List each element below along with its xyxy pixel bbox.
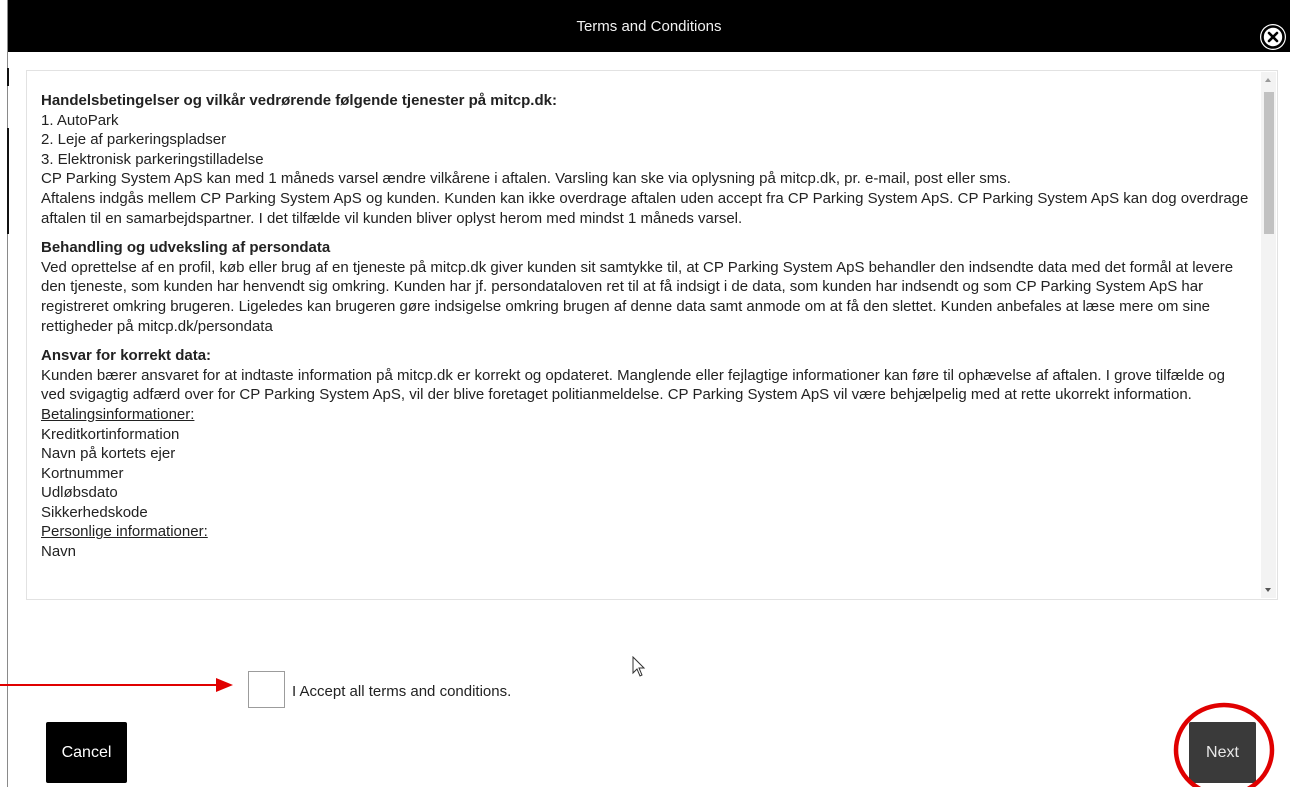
close-button[interactable] [1260,24,1286,50]
background-mark [7,68,9,86]
terms-paragraph: Ved oprettelse af en profil, køb eller b… [41,258,1234,335]
red-circle-annotation [1173,702,1275,787]
payment-info-item: Sikkerhedskode [41,503,148,521]
section-title: Handelsbetingelser og vilkår vedrørende … [41,92,557,109]
terms-line: CP Parking System ApS kan med 1 måneds v… [41,170,1011,188]
scroll-up-arrow-icon[interactable] [1265,78,1271,82]
terms-paragraph: Kunden bærer ansvaret for at indtaste in… [41,366,1225,404]
terms-line: 3. Elektronisk parkeringstilladelse [41,150,264,168]
personal-info-item: Navn [41,543,77,561]
window-left-edge [7,0,8,787]
payment-info-item: Kreditkortinformation [41,425,180,443]
dialog-title: Terms and Conditions [576,18,722,35]
dialog-header: Terms and Conditions [8,0,1290,52]
accept-terms-label[interactable]: I Accept all terms and conditions. [292,683,511,700]
terms-line: 2. Leje af parkeringspladser [41,131,227,149]
section-title: Behandling og udveksling af persondata [41,239,331,257]
payment-info-item: Udløbsdato [41,484,118,502]
close-circle-icon [1261,25,1285,49]
cancel-button[interactable]: Cancel [46,722,127,783]
accept-terms-checkbox[interactable] [248,671,285,708]
terms-line: 1. AutoPark [41,111,119,129]
vertical-scrollbar[interactable] [1261,72,1276,598]
payment-info-item: Kortnummer [41,464,124,482]
mouse-cursor-icon [632,656,646,677]
terms-section: Ansvar for korrekt data: Kunden bærer an… [41,346,1251,562]
scroll-down-arrow-icon[interactable] [1265,588,1271,592]
terms-section: Handelsbetingelser og vilkår vedrørende … [41,91,1251,228]
terms-scroll-box[interactable]: Handelsbetingelser og vilkår vedrørende … [26,70,1278,600]
scroll-thumb[interactable] [1264,92,1274,234]
section-title: Ansvar for korrekt data: [41,347,212,365]
terms-line: Aftalens indgås mellem CP Parking System… [41,189,1249,227]
terms-section: Behandling og udveksling af persondata V… [41,238,1251,336]
payment-info-heading: Betalingsinformationer: [41,405,195,423]
payment-info-item: Navn på kortets ejer [41,445,176,463]
background-mark [7,128,9,234]
red-arrow-annotation [0,678,233,692]
terms-content: Handelsbetingelser og vilkår vedrørende … [41,91,1251,599]
personal-info-heading: Personlige informationer: [41,523,208,541]
